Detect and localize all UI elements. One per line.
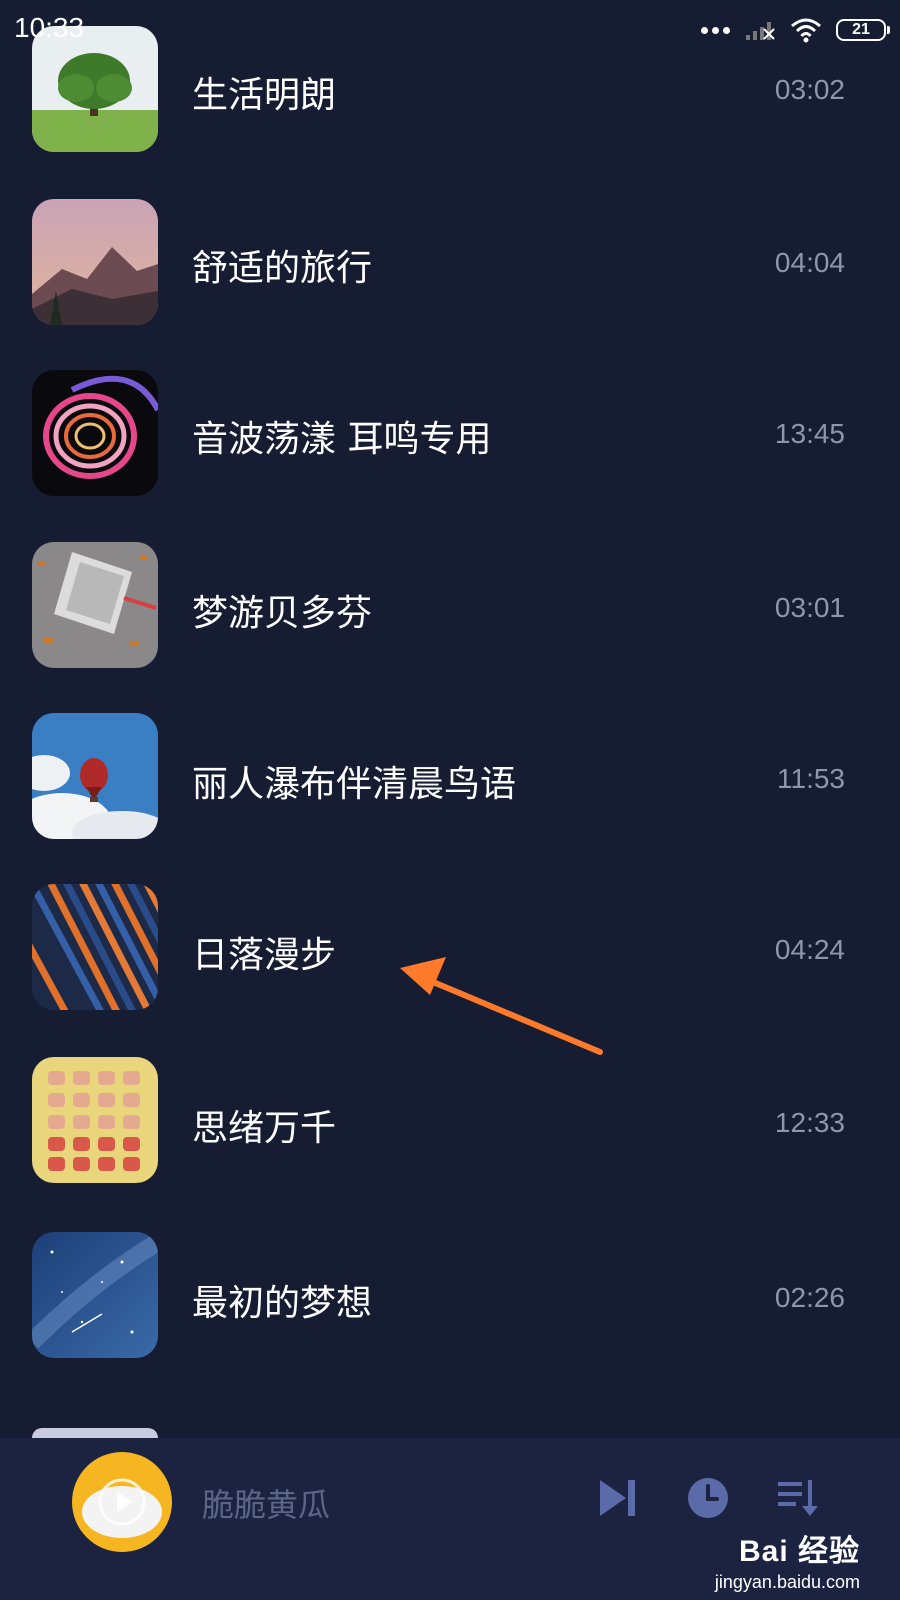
wifi-icon bbox=[791, 18, 821, 43]
cover-skyscraper bbox=[32, 542, 158, 668]
playlist-icon[interactable] bbox=[776, 1476, 820, 1520]
status-time: 10:33 bbox=[14, 12, 85, 43]
track-title: 日落漫步 bbox=[192, 935, 337, 976]
cover-hot-air-balloon bbox=[32, 713, 158, 839]
timer-icon[interactable] bbox=[686, 1476, 730, 1520]
track-row[interactable]: 梦游贝多芬 03:01 bbox=[0, 524, 900, 699]
track-duration: 13:45 bbox=[774, 418, 845, 449]
now-playing-title: 脆脆黄瓜 bbox=[202, 1486, 331, 1524]
next-icon[interactable] bbox=[596, 1476, 640, 1520]
battery-icon: 21 bbox=[836, 19, 890, 41]
cover-mountain-sunset bbox=[32, 199, 158, 325]
track-row[interactable]: 最初的梦想 02:26 bbox=[0, 1224, 900, 1399]
track-row[interactable]: 音波荡漾 耳鸣专用 13:45 bbox=[0, 350, 900, 525]
track-duration: 02:26 bbox=[774, 1282, 845, 1313]
track-title: 最初的梦想 bbox=[192, 1283, 373, 1324]
track-title: 梦游贝多芬 bbox=[192, 593, 373, 634]
track-row[interactable]: 思绪万千 12:33 bbox=[0, 1049, 900, 1224]
track-title: 丽人瀑布伴清晨鸟语 bbox=[192, 764, 517, 805]
track-row[interactable]: 舒适的旅行 04:04 bbox=[0, 175, 900, 350]
track-duration: 04:04 bbox=[774, 247, 845, 278]
status-bar: 10:33 21 bbox=[0, 0, 900, 60]
track-duration: 03:02 bbox=[774, 74, 845, 105]
track-duration: 03:01 bbox=[774, 592, 845, 623]
now-playing-cover[interactable] bbox=[72, 1452, 172, 1552]
cover-rainbow-spiral bbox=[32, 370, 158, 496]
more-dots-icon bbox=[701, 26, 730, 34]
track-title: 思绪万千 bbox=[192, 1108, 337, 1149]
watermark-main: Bai 经验 bbox=[738, 1535, 860, 1568]
watermark-sub: jingyan.baidu.com bbox=[714, 1572, 860, 1592]
track-title: 生活明朗 bbox=[192, 75, 337, 116]
cover-partial bbox=[32, 1428, 158, 1438]
cover-starry-sky bbox=[32, 1232, 158, 1358]
signal-icon bbox=[746, 22, 775, 40]
cover-toast-grid bbox=[32, 1057, 158, 1183]
track-row[interactable]: 丽人瀑布伴清晨鸟语 11:53 bbox=[0, 699, 900, 874]
status-icons: 21 bbox=[701, 14, 890, 46]
track-row[interactable]: 日落漫步 04:24 bbox=[0, 874, 900, 1049]
track-title: 舒适的旅行 bbox=[192, 248, 373, 289]
track-duration: 11:53 bbox=[777, 763, 845, 794]
track-duration: 04:24 bbox=[774, 934, 845, 965]
track-duration: 12:33 bbox=[774, 1107, 845, 1138]
baidu-jingyan-watermark: Bai 经验 jingyan.baidu.com bbox=[715, 1526, 860, 1593]
cover-stripes bbox=[32, 884, 158, 1010]
mini-player[interactable]: 脆脆黄瓜 Bai 经验 jingyan.baidu.com bbox=[0, 1438, 900, 1600]
track-title: 音波荡漾 耳鸣专用 bbox=[192, 419, 492, 460]
